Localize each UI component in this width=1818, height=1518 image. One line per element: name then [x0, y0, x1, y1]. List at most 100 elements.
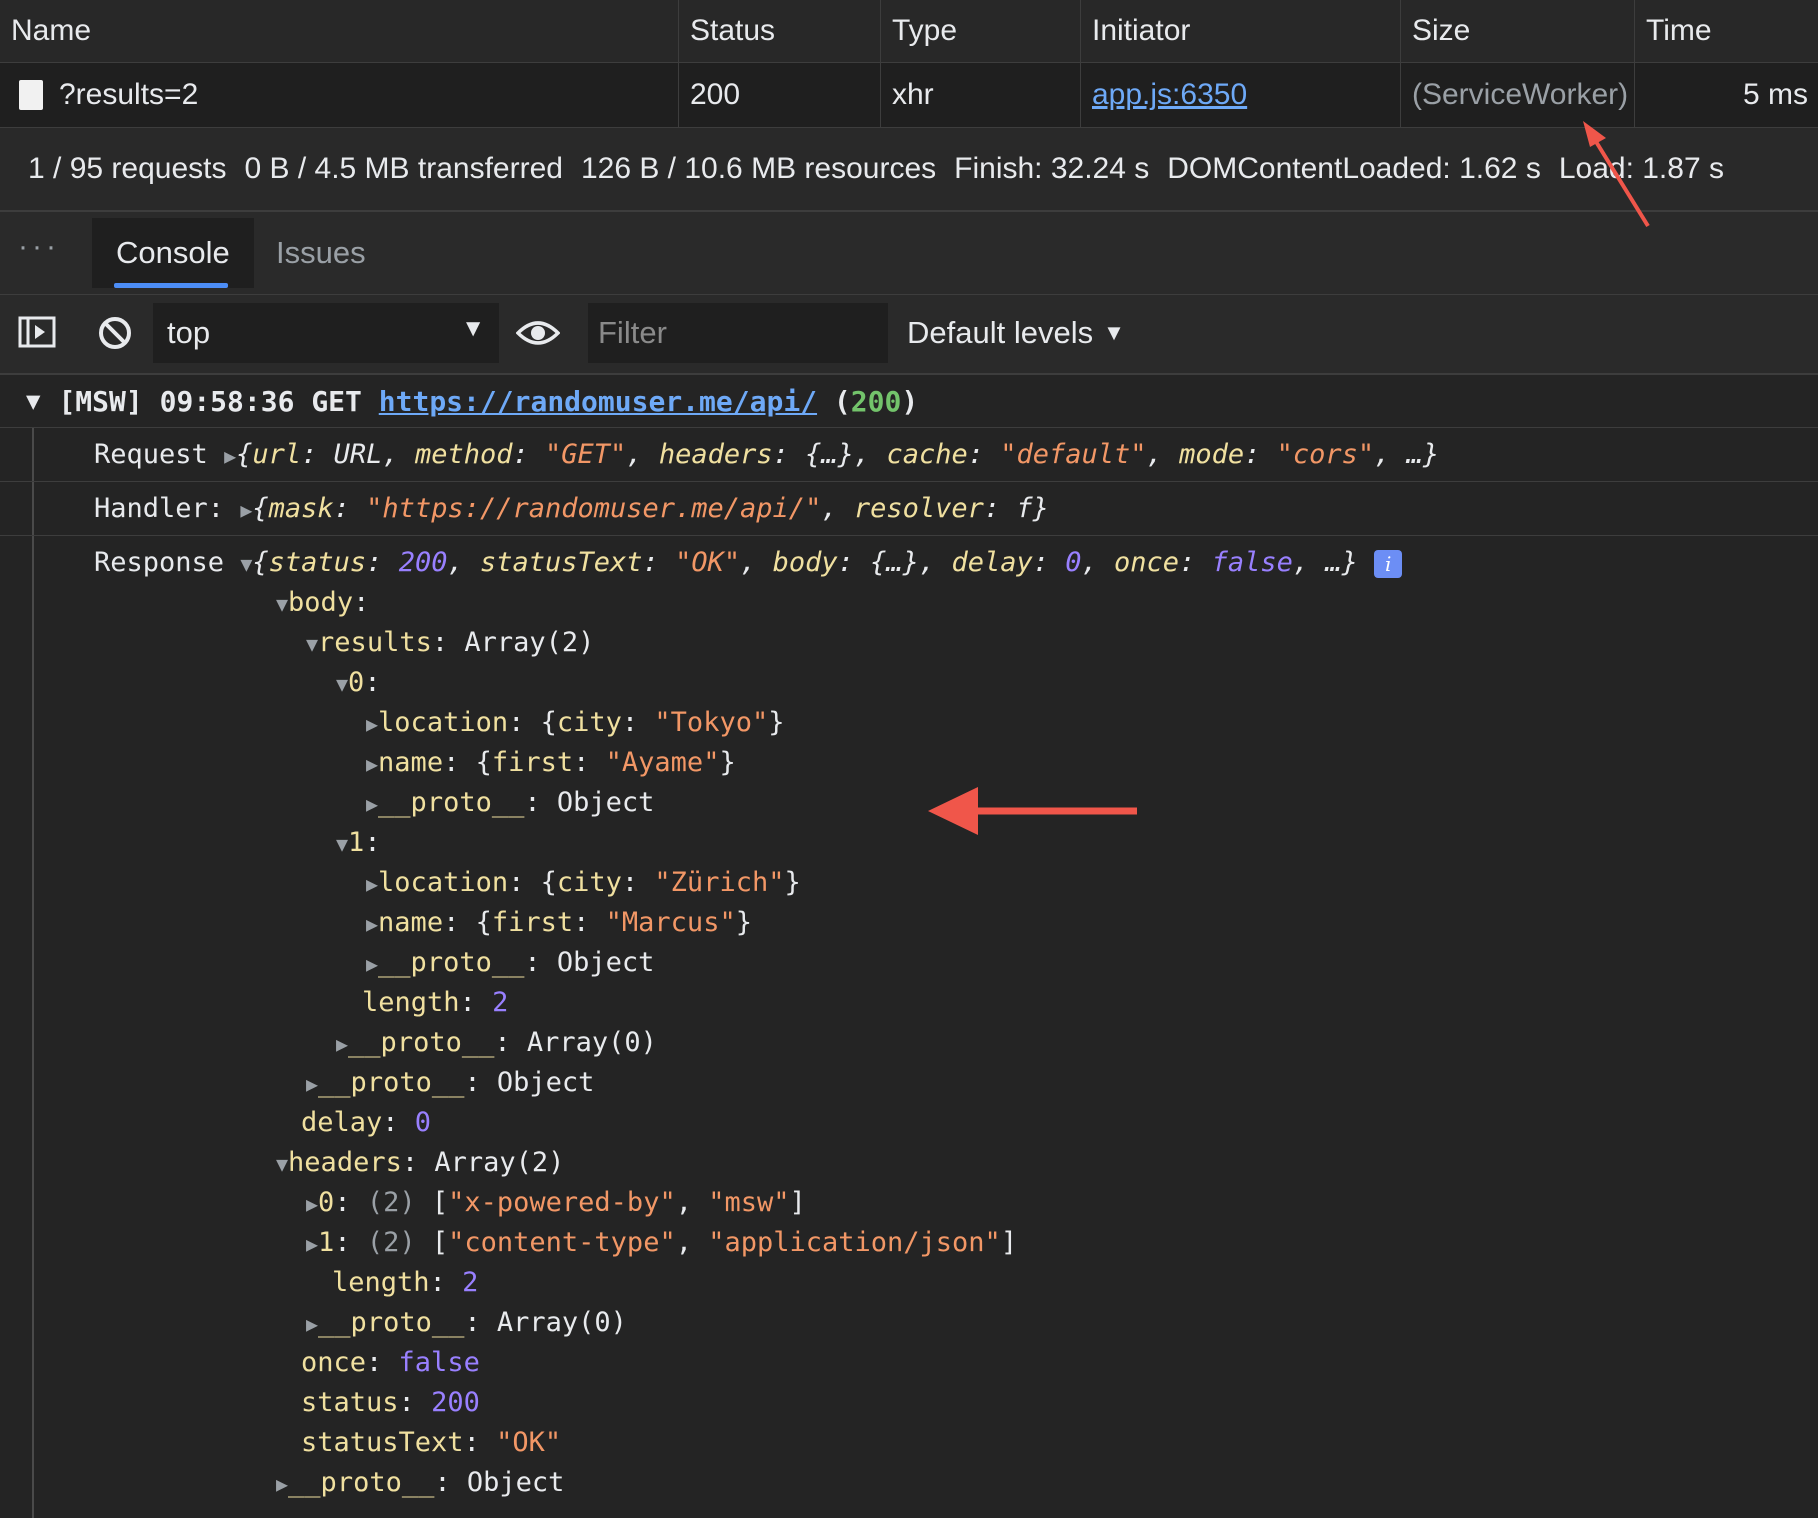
log-url-link[interactable]: https://randomuser.me/api/ — [379, 385, 817, 418]
tree-location-1[interactable]: ▶location: {city: "Zürich"} — [366, 863, 801, 903]
tree-key: __proto__ — [288, 1467, 435, 1498]
tree-header-0[interactable]: ▶0: (2) ["x-powered-by", "msw"] — [306, 1183, 806, 1223]
tree-count: (2) — [366, 1227, 416, 1258]
tree-key: __proto__ — [378, 787, 525, 818]
collapsed-triangle-icon[interactable]: ▶ — [240, 498, 252, 522]
prop-key: mask — [268, 493, 334, 524]
prop-key: mode — [1179, 439, 1245, 470]
tree-proto-1[interactable]: ▶__proto__: Object — [366, 943, 654, 983]
prop-key: resolver — [853, 493, 984, 524]
prop-value: 200 — [398, 547, 448, 578]
response-log-line[interactable]: Response ▼{status: 200, statusText: "OK"… — [94, 543, 1403, 583]
column-header-status[interactable]: Status — [679, 0, 881, 62]
collapsed-triangle-icon[interactable]: ▶ — [306, 1072, 318, 1096]
tree-header-1[interactable]: ▶1: (2) ["content-type", "application/js… — [306, 1223, 1017, 1263]
collapsed-triangle-icon[interactable]: ▶ — [366, 792, 378, 816]
tree-key: length — [332, 1267, 430, 1298]
request-name-cell[interactable]: ?results=2 — [0, 63, 679, 127]
tree-response-proto[interactable]: ▶__proto__: Object — [276, 1463, 564, 1503]
tree-proto-0[interactable]: ▶__proto__: Object — [366, 783, 654, 823]
initiator-link[interactable]: app.js:6350 — [1092, 78, 1247, 112]
console-filter-input[interactable] — [588, 303, 888, 363]
collapsed-triangle-icon[interactable]: ▶ — [336, 1032, 348, 1056]
tree-value: 0 — [414, 1107, 432, 1138]
response-label: Response — [94, 547, 225, 578]
log-levels-label: Default levels — [907, 315, 1094, 350]
tree-value: 2 — [492, 987, 509, 1018]
prop-key: cache — [886, 439, 968, 470]
collapsed-triangle-icon[interactable]: ▶ — [366, 912, 378, 936]
tree-headers-proto[interactable]: ▶__proto__: Array(0) — [306, 1303, 627, 1343]
network-table-header: Name Status Type Initiator Size Time — [0, 0, 1818, 63]
tree-index-1[interactable]: ▼1: — [336, 823, 381, 863]
prop-value: {…} — [805, 439, 854, 470]
column-header-name[interactable]: Name — [0, 0, 679, 62]
tree-headers[interactable]: ▼headers: Array(2) — [276, 1143, 564, 1183]
tree-value: "content-type" — [448, 1227, 676, 1258]
expanded-triangle-icon[interactable]: ▼ — [240, 552, 252, 576]
summary-domcontentloaded: DOMContentLoaded: 1.62 s — [1167, 152, 1541, 185]
tab-issues[interactable]: Issues — [252, 218, 390, 288]
tree-value: "Zürich" — [654, 867, 785, 898]
tree-key: headers — [288, 1147, 402, 1178]
expanded-triangle-icon[interactable]: ▼ — [336, 672, 348, 696]
tree-value: Object — [556, 947, 655, 978]
tree-key: city — [556, 867, 622, 898]
collapsed-triangle-icon[interactable]: ▶ — [306, 1232, 318, 1256]
network-request-row[interactable]: ?results=2 200 xhr app.js:6350 (ServiceW… — [0, 63, 1818, 128]
msw-log-group-header[interactable]: ▼ [MSW] 09:58:36 GET https://randomuser.m… — [0, 375, 1818, 428]
tab-console[interactable]: Console — [92, 218, 254, 288]
tree-key: first — [491, 907, 574, 938]
expanded-triangle-icon[interactable]: ▼ — [336, 832, 348, 856]
tree-once: once: false — [301, 1347, 480, 1378]
handler-label: Handler: — [94, 493, 225, 524]
tree-body-proto[interactable]: ▶__proto__: Object — [306, 1063, 594, 1103]
column-header-initiator[interactable]: Initiator — [1081, 0, 1401, 62]
tree-value: false — [398, 1347, 480, 1378]
tree-key: __proto__ — [318, 1067, 465, 1098]
collapsed-triangle-icon[interactable]: ▶ — [276, 1472, 288, 1496]
clear-console-icon[interactable] — [97, 315, 133, 356]
tree-delay: delay: 0 — [301, 1107, 432, 1138]
tree-name-1[interactable]: ▶name: {first: "Marcus"} — [366, 903, 752, 943]
live-expression-eye-icon[interactable] — [515, 317, 561, 354]
tree-results-proto[interactable]: ▶__proto__: Array(0) — [336, 1023, 657, 1063]
dropdown-arrow-icon: ▼ — [1103, 320, 1125, 345]
summary-finish: Finish: 32.24 s — [954, 152, 1150, 185]
log-levels-dropdown[interactable]: Default levels ▼ — [907, 303, 1125, 363]
collapsed-triangle-icon[interactable]: ▶ — [224, 444, 236, 468]
expanded-triangle-icon[interactable]: ▼ — [306, 632, 318, 656]
expand-triangle-icon[interactable]: ▼ — [26, 387, 40, 415]
context-selector[interactable]: top ▼ — [153, 303, 499, 363]
tree-results-length: length: 2 — [362, 987, 509, 1018]
collapsed-triangle-icon[interactable]: ▶ — [366, 872, 378, 896]
collapsed-triangle-icon[interactable]: ▶ — [366, 712, 378, 736]
tree-results[interactable]: ▼results: Array(2) — [306, 623, 594, 663]
collapsed-triangle-icon[interactable]: ▶ — [306, 1192, 318, 1216]
prop-key: method — [414, 439, 513, 470]
prop-key: status — [268, 547, 367, 578]
info-icon[interactable]: i — [1374, 549, 1403, 578]
collapsed-triangle-icon[interactable]: ▶ — [366, 952, 378, 976]
expanded-triangle-icon[interactable]: ▼ — [276, 592, 288, 616]
tree-key: once — [301, 1347, 367, 1378]
sidebar-toggle-icon[interactable] — [18, 315, 58, 356]
collapsed-triangle-icon[interactable]: ▶ — [306, 1312, 318, 1336]
expanded-triangle-icon[interactable]: ▼ — [276, 1152, 288, 1176]
tree-body[interactable]: ▼body: — [276, 583, 369, 623]
request-time: 5 ms — [1742, 78, 1808, 111]
dropdown-arrow-icon: ▼ — [461, 315, 485, 342]
column-header-size[interactable]: Size — [1401, 0, 1635, 62]
tree-key: status — [301, 1387, 399, 1418]
request-log-line[interactable]: Request ▶{url: URL, method: "GET", heade… — [94, 435, 1439, 475]
tree-index-0[interactable]: ▼0: — [336, 663, 381, 703]
more-tools-icon[interactable]: ··· — [18, 230, 60, 264]
tree-name-0[interactable]: ▶name: {first: "Ayame"} — [366, 743, 736, 783]
column-header-time[interactable]: Time — [1635, 0, 1818, 62]
tree-location-0[interactable]: ▶location: {city: "Tokyo"} — [366, 703, 784, 743]
tree-key: delay — [301, 1107, 383, 1138]
handler-log-line[interactable]: Handler: ▶{mask: "https://randomuser.me/… — [94, 489, 1049, 529]
column-header-type[interactable]: Type — [881, 0, 1081, 62]
request-initiator-cell: app.js:6350 — [1081, 63, 1401, 127]
collapsed-triangle-icon[interactable]: ▶ — [366, 752, 378, 776]
